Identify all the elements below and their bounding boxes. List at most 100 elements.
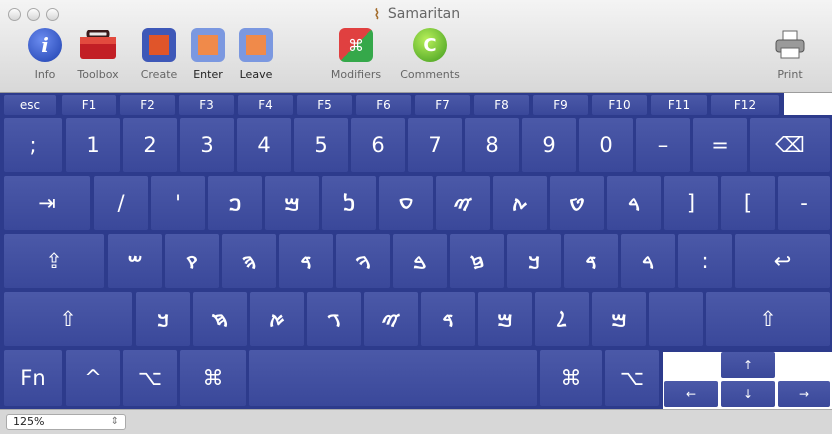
enter-icon: [191, 28, 225, 62]
key-letter[interactable]: ࠔ: [108, 234, 162, 288]
key-arrow-right[interactable]: →: [778, 381, 830, 407]
key-f1[interactable]: F1: [62, 95, 116, 115]
key-arrow-down[interactable]: ↓: [721, 381, 775, 407]
key-f8[interactable]: F8: [474, 95, 529, 115]
key-blank[interactable]: [649, 292, 703, 346]
print-button[interactable]: Print: [768, 28, 812, 88]
key-esc[interactable]: esc: [4, 95, 56, 115]
key-f5[interactable]: F5: [297, 95, 352, 115]
key-minus[interactable]: –: [636, 118, 690, 172]
comments-icon: C: [413, 28, 447, 62]
titlebar: ⌇ Samaritan i Info Toolbox Create Enter …: [0, 0, 832, 93]
key-f12[interactable]: F12: [711, 95, 779, 115]
key-letter[interactable]: ࠍ: [322, 176, 376, 230]
key-control[interactable]: ^: [66, 350, 120, 406]
key-fn[interactable]: Fn: [4, 350, 62, 406]
key-4[interactable]: 4: [237, 118, 291, 172]
key-letter[interactable]: ࠃ: [421, 292, 475, 346]
key-command-left[interactable]: ⌘: [180, 350, 246, 406]
key-letter[interactable]: ࠊ: [507, 234, 561, 288]
key-letter[interactable]: ࠀ: [250, 292, 304, 346]
stepper-icon: ⇕: [110, 416, 119, 427]
key-left-shift[interactable]: ⇧: [4, 292, 132, 346]
toolbox-icon: [78, 28, 118, 62]
key-letter[interactable]: ࠄ: [222, 234, 276, 288]
key-letter[interactable]: ࠉ: [364, 292, 418, 346]
key-letter[interactable]: ࠇ: [193, 292, 247, 346]
key-letter[interactable]: ࠌ: [478, 292, 532, 346]
key-f9[interactable]: F9: [533, 95, 588, 115]
key-0[interactable]: 0: [579, 118, 633, 172]
key-letter[interactable]: ࠂ: [307, 292, 361, 346]
key-right-bracket[interactable]: ]: [664, 176, 718, 230]
key-letter[interactable]: ࠋ: [535, 292, 589, 346]
key-f4[interactable]: F4: [238, 95, 293, 115]
key-letter[interactable]: ࠌ: [592, 292, 646, 346]
document-icon: ⌇: [373, 7, 381, 23]
key-arrow-up[interactable]: ↑: [721, 352, 775, 378]
key-6[interactable]: 6: [351, 118, 405, 172]
key-f11[interactable]: F11: [651, 95, 707, 115]
key-command-right[interactable]: ⌘: [540, 350, 602, 406]
key-letter[interactable]: ࠓ: [607, 176, 661, 230]
key-1[interactable]: 1: [66, 118, 120, 172]
window: ⌇ Samaritan i Info Toolbox Create Enter …: [0, 0, 832, 434]
key-f7[interactable]: F7: [415, 95, 470, 115]
key-9[interactable]: 9: [522, 118, 576, 172]
leave-icon: [239, 28, 273, 62]
key-letter[interactable]: ࠕ: [493, 176, 547, 230]
comments-button[interactable]: C Comments: [393, 28, 467, 88]
toolbox-button[interactable]: Toolbox: [68, 28, 128, 88]
key-letter[interactable]: ࠉ: [436, 176, 490, 230]
leave-button[interactable]: Leave: [234, 28, 278, 88]
key-letter[interactable]: ࠓ: [621, 234, 675, 288]
key-5[interactable]: 5: [294, 118, 348, 172]
key-right-shift[interactable]: ⇧: [706, 292, 830, 346]
key-letter[interactable]: ࠁ: [393, 234, 447, 288]
key-tab[interactable]: ⇥: [4, 176, 90, 230]
key-letter[interactable]: ࠃ: [564, 234, 618, 288]
key-equals[interactable]: =: [693, 118, 747, 172]
key-letter[interactable]: ࠏ: [379, 176, 433, 230]
status-bar: 125% ⇕: [0, 409, 832, 434]
info-button[interactable]: i Info: [25, 28, 65, 88]
modifiers-button[interactable]: ⌘ Modifiers: [326, 28, 386, 88]
key-2[interactable]: 2: [123, 118, 177, 172]
key-colon[interactable]: :: [678, 234, 732, 288]
key-letter[interactable]: ࠈ: [550, 176, 604, 230]
zoom-select[interactable]: 125% ⇕: [6, 414, 126, 430]
enter-button[interactable]: Enter: [188, 28, 228, 88]
key-7[interactable]: 7: [408, 118, 462, 172]
key-letter[interactable]: ࠅ: [336, 234, 390, 288]
key-f2[interactable]: F2: [120, 95, 175, 115]
create-icon: [142, 28, 176, 62]
key-letter[interactable]: ࠊ: [136, 292, 190, 346]
printer-icon: [773, 28, 807, 62]
key-letter[interactable]: ࠒ: [165, 234, 219, 288]
key-f3[interactable]: F3: [179, 95, 234, 115]
window-title: ⌇ Samaritan: [373, 6, 461, 23]
key-slash[interactable]: /: [94, 176, 148, 230]
key-8[interactable]: 8: [465, 118, 519, 172]
key-hyphen[interactable]: -: [778, 176, 830, 230]
key-caps-lock[interactable]: ⇪: [4, 234, 104, 288]
key-return[interactable]: ↩: [735, 234, 830, 288]
key-space[interactable]: [249, 350, 537, 406]
key-f10[interactable]: F10: [592, 95, 647, 115]
key-left-bracket[interactable]: [: [721, 176, 775, 230]
key-f6[interactable]: F6: [356, 95, 411, 115]
key-semicolon[interactable]: ;: [4, 118, 62, 172]
key-arrow-left[interactable]: ←: [664, 381, 718, 407]
key-3[interactable]: 3: [180, 118, 234, 172]
key-letter[interactable]: ࠌ: [265, 176, 319, 230]
keyboard-blank-top-right: [784, 93, 832, 115]
key-letter[interactable]: ࠆ: [450, 234, 504, 288]
key-apostrophe[interactable]: ': [151, 176, 205, 230]
key-letter[interactable]: ࠐ: [208, 176, 262, 230]
modifiers-icon: ⌘: [339, 28, 373, 62]
create-button[interactable]: Create: [136, 28, 182, 88]
key-option-left[interactable]: ⌥: [123, 350, 177, 406]
key-option-right[interactable]: ⌥: [605, 350, 659, 406]
key-delete[interactable]: ⌫: [750, 118, 830, 172]
key-letter[interactable]: ࠃ: [279, 234, 333, 288]
